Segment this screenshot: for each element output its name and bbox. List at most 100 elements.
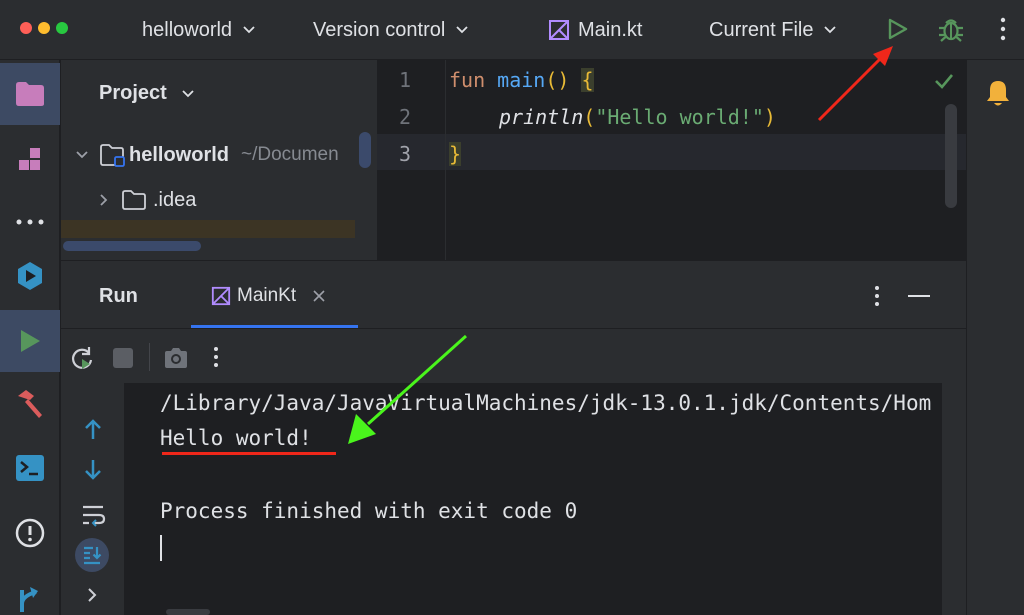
chevron-right-icon <box>100 194 108 206</box>
run-config-label: Current File <box>709 18 814 41</box>
vcs-label: Version control <box>313 18 446 41</box>
code-line-3: } <box>449 142 462 166</box>
chevron-down-icon <box>76 151 88 159</box>
annotation-arrow-red <box>817 46 893 122</box>
structure-icon <box>19 148 40 170</box>
vcs-selector[interactable]: Version control <box>313 0 469 60</box>
structure-tool-button[interactable] <box>0 128 60 190</box>
code-line-2: println("Hello world!") <box>499 105 776 129</box>
chevron-down-icon <box>243 26 255 34</box>
project-pane: Project helloworld ~/Documen .idea <box>61 60 377 260</box>
horizontal-scrollbar[interactable] <box>63 241 201 251</box>
tree-row-idea[interactable]: .idea <box>99 185 196 215</box>
more-tools-button[interactable] <box>0 191 60 253</box>
arrow-down-icon[interactable] <box>83 458 103 482</box>
terminal-icon <box>16 455 44 481</box>
text-cursor <box>160 535 162 561</box>
line-number: 3 <box>398 142 411 166</box>
git-branch-icon <box>20 587 38 612</box>
editor-scrollbar[interactable] <box>945 104 957 208</box>
chevron-down-icon <box>182 89 194 97</box>
more-options-icon[interactable] <box>996 16 1010 42</box>
module-folder-icon <box>100 144 125 167</box>
run-icon <box>21 330 40 352</box>
run-tool-button[interactable] <box>0 310 60 372</box>
problems-tool-button[interactable] <box>0 502 60 564</box>
console-output[interactable]: /Library/Java/JavaVirtualMachines/jdk-13… <box>124 383 942 615</box>
project-pane-header[interactable]: Project <box>99 82 195 105</box>
scroll-to-end-button[interactable] <box>75 538 109 572</box>
close-tab-icon[interactable] <box>312 289 326 303</box>
folder-icon <box>16 82 44 106</box>
more-horizontal-icon <box>16 219 44 225</box>
string-token: "Hello world!" <box>595 105 764 129</box>
root-folder-path: ~/Documen <box>241 144 339 165</box>
keyword-token: fun <box>449 68 486 92</box>
console-line-exit: Process finished with exit code 0 <box>160 499 578 523</box>
stop-button[interactable] <box>113 348 133 368</box>
paren-token: ( <box>583 105 596 129</box>
console-line-java-path: /Library/Java/JavaVirtualMachines/jdk-13… <box>160 391 932 415</box>
kotlin-file-icon <box>211 286 231 306</box>
minimize-panel-icon[interactable] <box>907 294 931 298</box>
project-selector[interactable]: helloworld <box>142 0 256 60</box>
paren-token: ) <box>763 105 776 129</box>
brace-token: { <box>581 68 594 92</box>
services-icon <box>18 262 42 290</box>
git-tool-button[interactable] <box>0 566 60 615</box>
hammer-icon <box>18 390 42 418</box>
project-tool-button[interactable] <box>0 63 60 125</box>
gutter-divider <box>445 60 446 260</box>
scroll-to-end-icon <box>84 546 102 565</box>
panel-divider <box>61 328 966 329</box>
folder-icon <box>122 190 146 210</box>
current-file-tab[interactable]: Main.kt <box>548 0 642 60</box>
paren-token: () <box>545 68 570 92</box>
zoom-window-button[interactable] <box>56 22 68 34</box>
function-name-token: main <box>497 68 546 92</box>
toolbar-separator <box>149 343 150 371</box>
arrow-up-icon[interactable] <box>83 417 103 441</box>
minimize-window-button[interactable] <box>38 22 50 34</box>
project-name: helloworld <box>142 18 233 41</box>
build-tool-button[interactable] <box>0 373 60 435</box>
debug-icon[interactable] <box>936 14 966 44</box>
chevron-right-icon[interactable] <box>87 587 97 603</box>
left-tool-strip <box>0 60 60 615</box>
console-line-hello: Hello world! <box>160 426 312 450</box>
warning-circle-icon <box>15 518 45 548</box>
annotation-underline-red <box>162 452 336 455</box>
rerun-icon[interactable] <box>69 345 95 371</box>
notifications-bell-icon[interactable] <box>984 78 1012 108</box>
services-tool-button[interactable] <box>0 245 60 307</box>
right-tool-strip <box>966 60 1024 615</box>
tab-mainkt[interactable]: MainKt <box>191 261 358 328</box>
idea-folder-name: .idea <box>153 188 197 211</box>
line-number: 2 <box>398 105 411 129</box>
chevron-down-icon <box>456 26 468 34</box>
checkmark-icon[interactable] <box>933 72 955 90</box>
project-pane-title: Project <box>99 82 167 104</box>
console-scrollbar[interactable] <box>166 609 210 615</box>
more-options-icon[interactable] <box>211 345 221 369</box>
close-window-button[interactable] <box>20 22 32 34</box>
tree-row-root[interactable]: helloworld ~/Documen <box>75 140 355 170</box>
file-name: Main.kt <box>578 18 643 41</box>
camera-icon[interactable] <box>163 347 189 369</box>
tab-label: MainKt <box>237 285 297 306</box>
terminal-tool-button[interactable] <box>0 437 60 499</box>
soft-wrap-icon[interactable] <box>81 503 107 527</box>
kotlin-file-icon <box>549 20 569 40</box>
code-editor[interactable]: 1 2 3 fun main() { println("Hello world!… <box>377 46 966 260</box>
root-folder-name: helloworld <box>129 143 229 166</box>
more-options-icon[interactable] <box>871 284 883 308</box>
brace-token: } <box>449 142 462 166</box>
chevron-down-icon <box>824 26 837 34</box>
current-line-highlight <box>377 134 966 170</box>
line-number: 1 <box>398 68 411 92</box>
code-line-1: fun main() { <box>449 68 594 92</box>
function-call-token: println <box>499 105 584 129</box>
run-panel-title: Run <box>99 285 138 307</box>
annotation-arrow-green <box>348 334 468 444</box>
tree-row-partial[interactable] <box>61 220 355 238</box>
